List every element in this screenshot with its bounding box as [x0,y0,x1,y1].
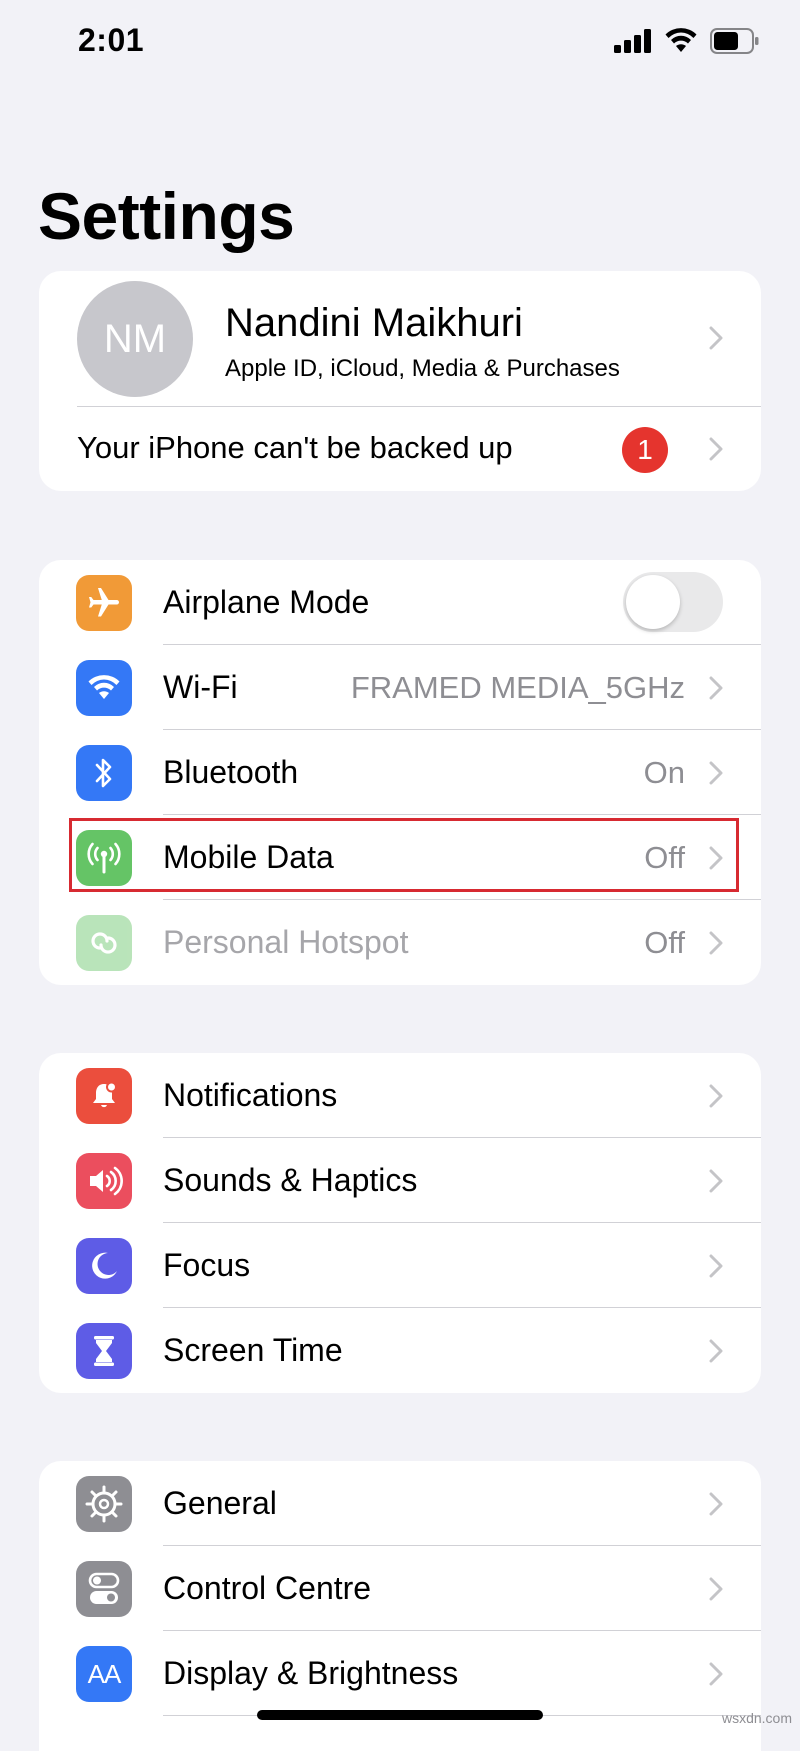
backup-warning-row[interactable]: Your iPhone can't be backed up 1 [39,406,761,491]
chevron-right-icon [709,1492,723,1516]
switches-icon [76,1561,132,1617]
sounds-haptics-label: Sounds & Haptics [163,1162,418,1198]
backup-warning-label: Your iPhone can't be backed up [77,430,513,465]
screen-time-label: Screen Time [163,1332,343,1368]
wifi-network-value: FRAMED MEDIA_5GHz [350,669,685,705]
airplane-icon [76,575,132,631]
notification-badge: 1 [622,427,668,473]
chevron-right-icon [709,676,723,700]
sounds-haptics-row[interactable]: Sounds & Haptics [39,1138,761,1223]
wifi-icon [76,660,132,716]
moon-icon [76,1238,132,1294]
bell-icon [76,1068,132,1124]
control-centre-label: Control Centre [163,1570,372,1606]
chevron-right-icon [709,1254,723,1278]
wifi-status-icon [665,28,697,52]
chevron-right-icon [709,1169,723,1193]
chevron-right-icon [709,326,723,350]
personal-hotspot-value: Off [644,924,685,960]
wifi-label: Wi-Fi [163,669,238,705]
general-row[interactable]: General [39,1461,761,1546]
chevron-right-icon [709,1577,723,1601]
chevron-right-icon [709,1662,723,1686]
status-time: 2:01 [78,22,145,58]
airplane-mode-row: Airplane Mode [39,560,761,645]
page-title: Settings [38,179,295,253]
hourglass-icon [76,1323,132,1379]
general-group: General Control Centre AA Display & Brig… [39,1461,761,1751]
battery-icon [710,28,759,54]
gear-icon [76,1476,132,1532]
airplane-mode-label: Airplane Mode [163,584,370,620]
display-brightness-row[interactable]: AA Display & Brightness [39,1631,761,1716]
personal-hotspot-label: Personal Hotspot [163,924,409,960]
toggle-knob [626,575,680,629]
personal-hotspot-row[interactable]: Personal Hotspot Off [39,900,761,985]
airplane-mode-toggle[interactable] [623,572,723,632]
bluetooth-label: Bluetooth [163,754,299,790]
bluetooth-value: On [643,754,685,790]
cellular-signal-icon [614,29,651,53]
bluetooth-row[interactable]: Bluetooth On [39,730,761,815]
bluetooth-icon [76,745,132,801]
wifi-row[interactable]: Wi-Fi FRAMED MEDIA_5GHz [39,645,761,730]
notifications-row[interactable]: Notifications [39,1053,761,1138]
general-label: General [163,1485,277,1521]
apple-id-row[interactable]: NM Nandini Maikhuri Apple ID, iCloud, Me… [39,271,761,406]
highlight-box [69,818,739,892]
notifications-label: Notifications [163,1077,338,1113]
control-centre-row[interactable]: Control Centre [39,1546,761,1631]
profile-group: NM Nandini Maikhuri Apple ID, iCloud, Me… [39,271,761,491]
profile-subtitle: Apple ID, iCloud, Media & Purchases [225,355,620,382]
text-size-glyph: AA [87,1658,122,1689]
status-bar: 2:01 [0,0,800,90]
status-icons [614,28,760,54]
focus-label: Focus [163,1247,251,1283]
chevron-right-icon [709,437,723,461]
profile-name: Nandini Maikhuri [225,301,523,345]
watermark: wsxdn.com [721,1710,792,1726]
chevron-right-icon [709,761,723,785]
home-indicator[interactable] [257,1710,543,1720]
speaker-icon [76,1153,132,1209]
connectivity-group: Airplane Mode Wi-Fi FRAMED MEDIA_5GHz Bl… [39,560,761,985]
chevron-right-icon [709,1339,723,1363]
avatar: NM [77,281,193,397]
focus-row[interactable]: Focus [39,1223,761,1308]
hotspot-link-icon [76,915,132,971]
display-brightness-label: Display & Brightness [163,1655,459,1691]
screen-time-row[interactable]: Screen Time [39,1308,761,1393]
chevron-right-icon [709,1084,723,1108]
text-size-icon: AA [76,1646,132,1702]
chevron-right-icon [709,931,723,955]
notifications-group: Notifications Sounds & Haptics Focus Scr… [39,1053,761,1393]
